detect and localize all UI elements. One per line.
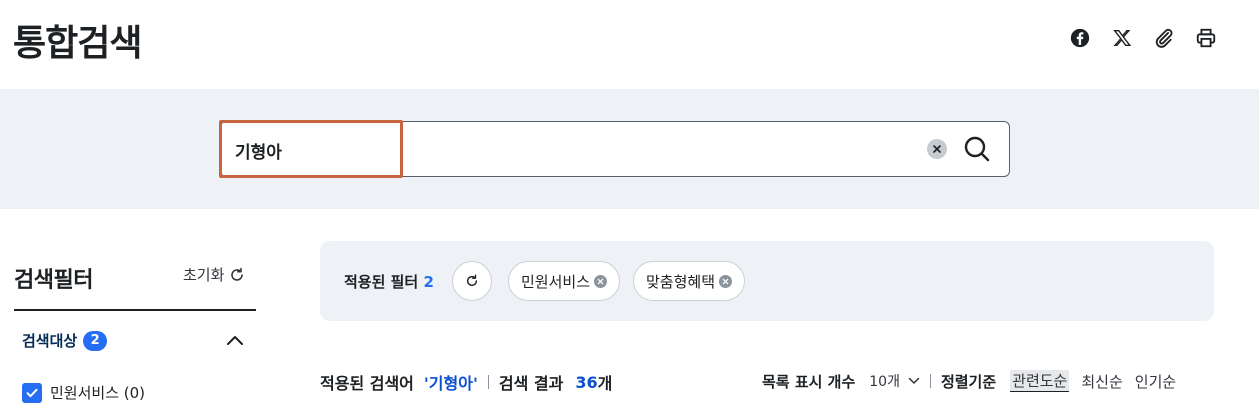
reset-label: 초기화: [183, 266, 225, 284]
divider: [487, 375, 489, 389]
search-input[interactable]: [235, 136, 835, 164]
search-target-group-toggle[interactable]: 검색대상 2: [22, 330, 108, 351]
filter-option-civil-service[interactable]: 민원서비스 (0): [22, 382, 145, 403]
page-size-value: 10개: [869, 374, 900, 390]
page-size-select[interactable]: 10개: [869, 371, 920, 391]
print-button[interactable]: [1194, 26, 1218, 50]
filter-title: 검색필터: [14, 268, 93, 293]
remove-chip-icon[interactable]: [594, 274, 608, 288]
applied-filters-label: 적용된 필터 2: [344, 271, 434, 292]
refresh-icon: [231, 267, 244, 281]
sort-option-relevance[interactable]: 관련도순: [1010, 370, 1070, 392]
result-count: 36: [575, 372, 598, 392]
chip-label: 민원서비스: [521, 272, 591, 291]
applied-label-text: 적용된 필터: [344, 273, 419, 291]
clear-search-button[interactable]: [927, 139, 947, 159]
chip-label: 맞춤형혜택: [646, 272, 716, 291]
filter-reset-button[interactable]: 초기화: [183, 264, 245, 285]
result-count-unit: 개: [597, 374, 613, 393]
page-size-label: 목록 표시 개수: [762, 372, 856, 391]
checkbox[interactable]: [22, 382, 42, 403]
applied-keyword: '기형아': [423, 374, 478, 393]
refresh-icon: [466, 274, 478, 287]
chevron-down-icon: [908, 377, 920, 384]
result-summary: 적용된 검색어 '기형아' 검색 결과 36 개: [320, 370, 612, 394]
group-count-badge: 2: [83, 330, 108, 351]
filter-chip-civil-service[interactable]: 민원서비스: [508, 261, 621, 301]
sort-option-latest[interactable]: 최신순: [1081, 371, 1122, 392]
divider: [929, 374, 931, 388]
group-label: 검색대상: [22, 332, 78, 350]
collapse-group-button[interactable]: [225, 332, 245, 348]
search-icon: [964, 136, 990, 162]
filter-chip-custom-benefit[interactable]: 맞춤형혜택: [633, 261, 746, 301]
facebook-icon: [1070, 28, 1090, 48]
chevron-up-icon: [227, 336, 243, 345]
result-count-label: 검색 결과: [498, 374, 564, 393]
x-icon: [1113, 29, 1132, 47]
x-share-button[interactable]: [1110, 26, 1134, 50]
reset-applied-filters-button[interactable]: [452, 261, 492, 301]
facebook-share-button[interactable]: [1068, 26, 1092, 50]
share-bar: [1068, 26, 1218, 50]
filter-divider: [14, 309, 256, 311]
copy-link-button[interactable]: [1152, 26, 1176, 50]
close-icon: [933, 145, 941, 153]
sort-option-popular[interactable]: 인기순: [1135, 371, 1176, 392]
link-icon: [1155, 28, 1173, 48]
remove-chip-icon[interactable]: [719, 274, 733, 288]
applied-filters-count: 2: [423, 273, 434, 291]
search-box: [219, 120, 1010, 178]
page-title: 통합검색: [13, 23, 142, 64]
print-icon: [1196, 28, 1216, 48]
keyword-label: 적용된 검색어: [320, 374, 414, 393]
check-icon: [26, 388, 38, 397]
list-controls: 목록 표시 개수 10개 정렬기준 관련도순 최신순 인기순: [762, 370, 1176, 392]
applied-filters-panel: 적용된 필터 2 민원서비스 맞춤형혜택: [320, 241, 1214, 321]
filter-option-label: 민원서비스 (0): [50, 384, 146, 402]
search-button[interactable]: [961, 133, 993, 165]
search-band: [0, 89, 1259, 209]
sort-label: 정렬기준: [940, 372, 997, 391]
